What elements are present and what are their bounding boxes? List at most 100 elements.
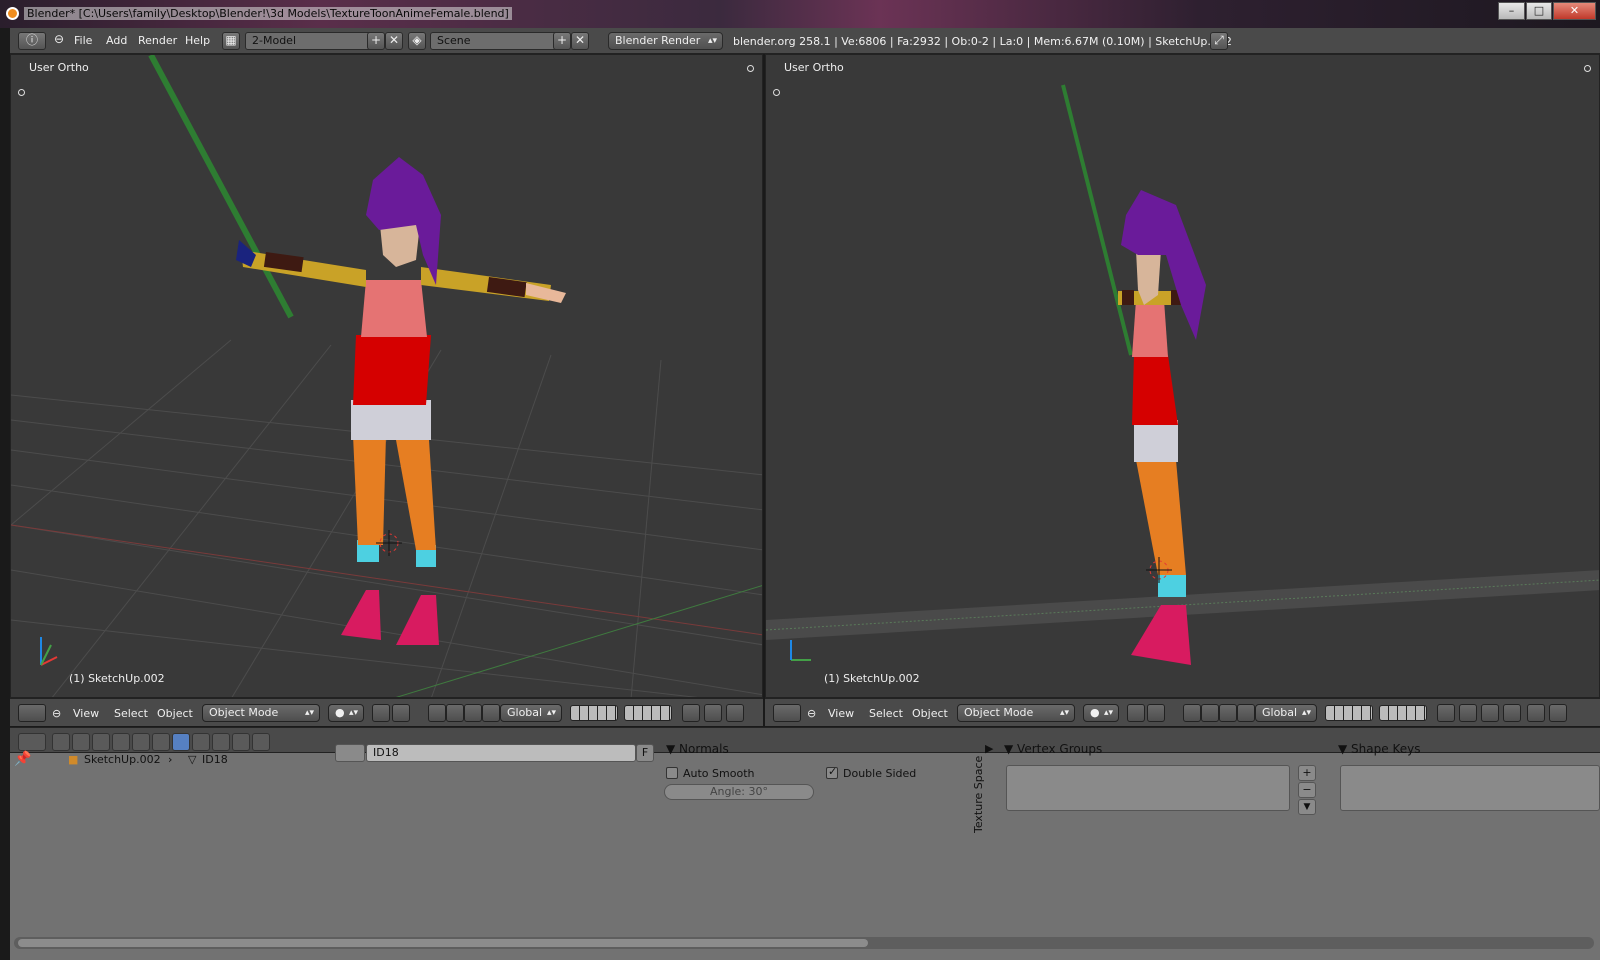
info-editor-type-icon[interactable]: ⓘ	[18, 32, 46, 50]
lock-camera-icon[interactable]	[682, 704, 700, 722]
vertex-groups-panel-header[interactable]: ▼ Vertex Groups	[1004, 742, 1102, 756]
shading-dropdown[interactable]: ● ▴▾	[1083, 704, 1119, 722]
collapse-menu-icon[interactable]: ⊖	[807, 707, 816, 720]
physics-tab-icon[interactable]	[252, 733, 270, 751]
minimize-button[interactable]: –	[1498, 2, 1525, 20]
mesh-browse-icon[interactable]	[335, 744, 365, 762]
menu-select[interactable]: Select	[114, 707, 148, 720]
texture-space-label[interactable]: Texture Space	[972, 756, 985, 833]
render-opengl-icon[interactable]	[1527, 704, 1545, 722]
scene-field[interactable]: Scene	[430, 32, 560, 50]
texture-space-expand-icon[interactable]: ▶	[985, 742, 993, 755]
auto-smooth-checkbox[interactable]	[666, 767, 678, 779]
menu-add[interactable]: Add	[106, 34, 127, 47]
material-tab-icon[interactable]	[192, 733, 210, 751]
menu-object[interactable]: Object	[912, 707, 948, 720]
menu-render[interactable]: Render	[138, 34, 177, 47]
collapse-menu-icon[interactable]: ⊖	[52, 32, 66, 50]
layers-grid-b[interactable]	[624, 705, 672, 721]
snap-icon[interactable]	[726, 704, 744, 722]
manipulator-toggle-icon[interactable]	[392, 704, 410, 722]
3d-view-header-right: ⊖ View Select Object Object Mode ▴▾ ● ▴▾ G…	[765, 698, 1600, 726]
shape-keys-list[interactable]	[1340, 765, 1600, 811]
translate-icon[interactable]	[1183, 704, 1201, 722]
menu-file[interactable]: File	[74, 34, 92, 47]
translate-icon[interactable]	[428, 704, 446, 722]
scale-icon[interactable]	[1219, 704, 1237, 722]
menu-help[interactable]: Help	[185, 34, 210, 47]
vertex-groups-list[interactable]	[1006, 765, 1290, 811]
menu-view[interactable]: View	[73, 707, 99, 720]
menu-select[interactable]: Select	[869, 707, 903, 720]
pivot-icon[interactable]	[372, 704, 390, 722]
proportional-edit-icon[interactable]	[1459, 704, 1477, 722]
properties-scrollbar[interactable]	[14, 937, 1594, 949]
left-leg	[353, 435, 386, 545]
mesh-name-input[interactable]: ID18	[366, 744, 636, 762]
normals-panel-header[interactable]: ▼ Normals	[666, 742, 729, 756]
wristband-left	[1122, 290, 1134, 305]
pin-icon[interactable]: 📌	[14, 751, 31, 767]
scene-icon[interactable]: ◈	[408, 32, 426, 50]
screen-layout-field[interactable]: 2-Model	[245, 32, 375, 50]
render-tab-icon[interactable]	[52, 733, 70, 751]
layers-grid-b[interactable]	[1379, 705, 1427, 721]
rotate-icon[interactable]	[1201, 704, 1219, 722]
manipulator-toggle-icon[interactable]	[1147, 704, 1165, 722]
layers-grid-a[interactable]	[1325, 705, 1373, 721]
editor-type-icon[interactable]	[18, 704, 46, 722]
screen-layout-icon[interactable]: ▦	[222, 32, 240, 50]
modifiers-tab-icon[interactable]	[152, 733, 170, 751]
collapse-menu-icon[interactable]: ⊖	[52, 707, 61, 720]
render-anim-icon[interactable]	[1549, 704, 1567, 722]
layers-grid-a[interactable]	[570, 705, 618, 721]
pivot-icon[interactable]	[1127, 704, 1145, 722]
remove-screen-icon[interactable]: ✕	[385, 32, 403, 50]
snap-target-icon[interactable]	[1503, 704, 1521, 722]
scene-tab-icon[interactable]	[72, 733, 90, 751]
remove-vertex-group-button[interactable]: −	[1298, 782, 1316, 798]
world-tab-icon[interactable]	[92, 733, 110, 751]
lock-camera-icon[interactable]	[1437, 704, 1455, 722]
vertex-group-specials-button[interactable]: ▼	[1298, 799, 1316, 815]
shading-dropdown[interactable]: ● ▴▾	[328, 704, 364, 722]
texture-tab-icon[interactable]	[212, 733, 230, 751]
constraints-tab-icon[interactable]	[132, 733, 150, 751]
object-tab-icon[interactable]	[112, 733, 130, 751]
fullscreen-icon[interactable]: ⤢	[1210, 32, 1228, 50]
manipulator-icon[interactable]	[482, 704, 500, 722]
mesh-data-tab-icon[interactable]	[172, 733, 190, 751]
add-screen-icon[interactable]: +	[367, 32, 385, 50]
3d-viewport-right[interactable]: User Ortho (1) SketchUp.002	[765, 54, 1600, 698]
manipulator-icon[interactable]	[1237, 704, 1255, 722]
mode-dropdown[interactable]: Object Mode ▴▾	[202, 704, 320, 722]
rotate-icon[interactable]	[446, 704, 464, 722]
angle-slider[interactable]: Angle: 30°	[664, 784, 814, 800]
orientation-dropdown[interactable]: Global ▴▾	[500, 704, 562, 722]
maximize-button[interactable]: □	[1526, 2, 1552, 20]
proportional-edit-icon[interactable]	[704, 704, 722, 722]
menu-object[interactable]: Object	[157, 707, 193, 720]
menu-view[interactable]: View	[828, 707, 854, 720]
editor-type-icon[interactable]	[18, 733, 46, 751]
editor-type-icon[interactable]	[773, 704, 801, 722]
scrollbar-thumb[interactable]	[18, 939, 868, 947]
close-button[interactable]: ✕	[1553, 2, 1596, 20]
breadcrumb-mesh[interactable]: ID18	[202, 753, 228, 766]
shape-keys-panel-header[interactable]: ▼ Shape Keys	[1338, 742, 1420, 756]
scale-icon[interactable]	[464, 704, 482, 722]
orientation-dropdown[interactable]: Global ▴▾	[1255, 704, 1317, 722]
render-engine-dropdown[interactable]: Blender Render ▴▾	[608, 32, 723, 50]
fake-user-button[interactable]: F	[636, 744, 654, 762]
particles-tab-icon[interactable]	[232, 733, 250, 751]
breadcrumb-object[interactable]: SketchUp.002	[84, 753, 161, 766]
remove-scene-icon[interactable]: ✕	[571, 32, 589, 50]
snap-icon[interactable]	[1481, 704, 1499, 722]
mode-dropdown[interactable]: Object Mode ▴▾	[957, 704, 1075, 722]
properties-panel: 📌 ■ SketchUp.002 › ▽ ID18 ID18 F ▼ Norma…	[10, 742, 1600, 960]
add-vertex-group-button[interactable]: +	[1298, 765, 1316, 781]
mode-label: Object Mode	[209, 706, 279, 719]
add-scene-icon[interactable]: +	[553, 32, 571, 50]
double-sided-checkbox[interactable]	[826, 765, 838, 779]
3d-viewport-left[interactable]: User Ortho (1) SketchUp.002	[10, 54, 763, 698]
